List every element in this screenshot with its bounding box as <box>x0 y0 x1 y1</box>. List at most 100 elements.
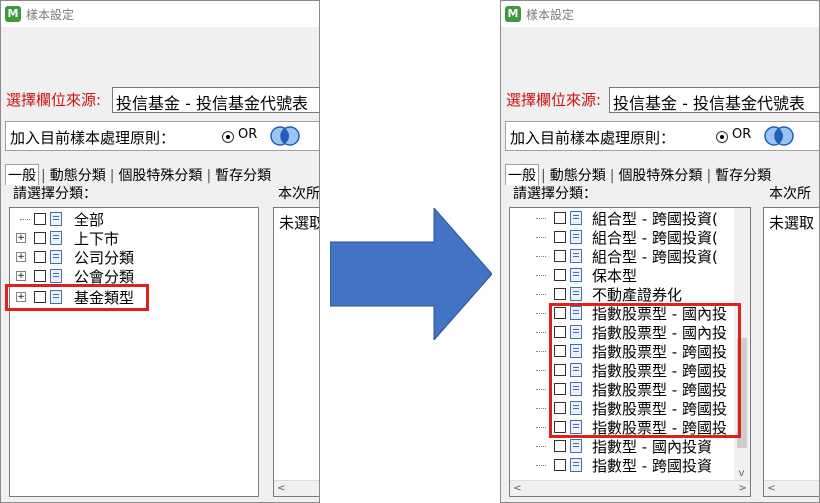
document-icon <box>570 458 582 472</box>
expand-icon[interactable]: + <box>16 252 26 262</box>
checkbox[interactable] <box>554 383 566 395</box>
tree-connector <box>536 332 546 333</box>
checkbox[interactable] <box>34 270 46 282</box>
tree-item-label: 上下市 <box>74 230 120 248</box>
source-select[interactable]: 投信基金 - 投信基金代號表 <box>112 87 319 113</box>
checkbox[interactable] <box>554 421 566 433</box>
principle-bar: 加入目前樣本處理原則： OR <box>5 121 319 151</box>
checkbox[interactable] <box>554 307 566 319</box>
document-icon <box>570 211 582 225</box>
title-bar: M 樣本設定 <box>1 1 319 27</box>
document-icon <box>570 363 582 377</box>
tab-general[interactable]: 一般 <box>5 164 39 185</box>
scroll-left-icon[interactable]: < <box>274 481 289 496</box>
document-icon <box>570 344 582 358</box>
tree-item-label: 指數股票型 - 國內投 <box>592 305 727 323</box>
document-icon <box>570 306 582 320</box>
app-icon: M <box>5 6 21 22</box>
expand-icon[interactable]: + <box>16 292 26 302</box>
selected-list-placeholder: 未選取 <box>769 214 815 232</box>
or-radio-label: OR <box>238 127 258 142</box>
right-arrow-icon <box>330 208 492 340</box>
sample-settings-window-after: M 樣本設定 選擇欄位來源: 投信基金 - 投信基金代號表 加入目前樣本處理原則… <box>500 0 820 503</box>
tree-item-label: 基金類型 <box>74 289 135 307</box>
selected-list-placeholder: 未選取 <box>279 214 320 232</box>
selected-list[interactable]: 未選取 < <box>273 207 320 497</box>
pick-category-label: 請選擇分類： <box>13 186 97 202</box>
tree-item-label: 指數股票型 - 跨國投 <box>592 362 727 380</box>
pick-category-label: 請選擇分類： <box>513 186 597 202</box>
expand-icon[interactable]: + <box>16 271 26 281</box>
scroll-right-icon[interactable]: > <box>735 481 750 496</box>
tree-connector <box>536 256 546 257</box>
document-icon <box>570 401 582 415</box>
checkbox[interactable] <box>554 326 566 338</box>
checkbox[interactable] <box>554 402 566 414</box>
checkbox[interactable] <box>34 251 46 263</box>
checkbox[interactable] <box>554 440 566 452</box>
checkbox[interactable] <box>34 213 46 225</box>
tree-item-label: 全部 <box>74 211 105 229</box>
document-icon <box>50 250 62 264</box>
tab-general[interactable]: 一般 <box>505 164 539 185</box>
expand-icon[interactable]: + <box>16 233 26 243</box>
selected-list[interactable]: 未選取 < <box>763 207 819 497</box>
category-tree[interactable]: 組合型 - 跨國投資(組合型 - 跨國投資(組合型 - 跨國投資(保本型 不動產證… <box>509 207 751 497</box>
tab-temp[interactable]: 暫存分類 <box>213 165 273 185</box>
document-icon <box>50 269 62 283</box>
tree-item-label: 保本型 <box>592 267 638 285</box>
app-icon: M <box>505 6 521 22</box>
document-icon <box>50 212 62 226</box>
checkbox[interactable] <box>554 212 566 224</box>
tab-stock-special[interactable]: 個股特殊分類 <box>616 165 704 185</box>
horizontal-scrollbar[interactable]: < <box>764 480 819 496</box>
or-radio[interactable] <box>222 131 234 143</box>
horizontal-scrollbar[interactable]: < <box>274 480 319 496</box>
checkbox[interactable] <box>34 291 46 303</box>
or-radio-label: OR <box>732 127 752 142</box>
tree-item-label: 指數型 - 跨國投資 <box>592 457 712 475</box>
tab-dynamic[interactable]: 動態分類 <box>548 165 608 185</box>
tree-connector <box>536 389 546 390</box>
checkbox[interactable] <box>554 250 566 262</box>
document-icon <box>570 439 582 453</box>
tree-connector <box>536 237 546 238</box>
checkbox[interactable] <box>34 232 46 244</box>
document-icon <box>570 249 582 263</box>
tab-stock-special[interactable]: 個股特殊分類 <box>116 165 204 185</box>
or-venn-icon[interactable] <box>268 125 302 147</box>
scroll-thumb[interactable] <box>737 338 747 448</box>
window-title: 樣本設定 <box>26 8 75 22</box>
or-venn-icon[interactable] <box>762 125 796 147</box>
checkbox[interactable] <box>554 345 566 357</box>
category-tree[interactable]: 全部 + 上下市 + 公司分類 + 公會分類 + 基金類型 <box>9 207 259 497</box>
tab-dynamic[interactable]: 動態分類 <box>48 165 108 185</box>
checkbox[interactable] <box>554 364 566 376</box>
scroll-down-icon[interactable]: v <box>734 466 749 481</box>
category-tabs: 一般 | 動態分類 | 個股特殊分類 | 暫存分類 <box>5 164 273 185</box>
selected-label: 本次所 <box>769 186 811 202</box>
tree-connector <box>536 218 546 219</box>
or-radio[interactable] <box>716 131 728 143</box>
tree-item-label: 組合型 - 跨國投資( <box>592 248 718 266</box>
document-icon <box>570 230 582 244</box>
tree-connector <box>536 408 546 409</box>
checkbox[interactable] <box>554 231 566 243</box>
scroll-left-icon[interactable]: < <box>510 481 525 496</box>
tree-item-label: 組合型 - 跨國投資( <box>592 229 718 247</box>
scroll-left-icon[interactable]: < <box>764 481 779 496</box>
checkbox[interactable] <box>554 459 566 471</box>
category-tabs: 一般 | 動態分類 | 個股特殊分類 | 暫存分類 <box>505 164 773 185</box>
horizontal-scrollbar[interactable]: < > <box>510 480 750 496</box>
tree-item-label: 公會分類 <box>74 268 135 286</box>
tree-connector <box>536 351 546 352</box>
tab-temp[interactable]: 暫存分類 <box>713 165 773 185</box>
vertical-scrollbar[interactable]: v <box>734 208 750 481</box>
source-select[interactable]: 投信基金 - 投信基金代號表 <box>609 87 819 113</box>
checkbox[interactable] <box>554 269 566 281</box>
sample-settings-window-before: M 樣本設定 選擇欄位來源: 投信基金 - 投信基金代號表 加入目前樣本處理原則… <box>0 0 320 503</box>
tree-item-label: 指數股票型 - 跨國投 <box>592 381 727 399</box>
tree-connector <box>536 294 546 295</box>
checkbox[interactable] <box>554 288 566 300</box>
document-icon <box>50 231 62 245</box>
